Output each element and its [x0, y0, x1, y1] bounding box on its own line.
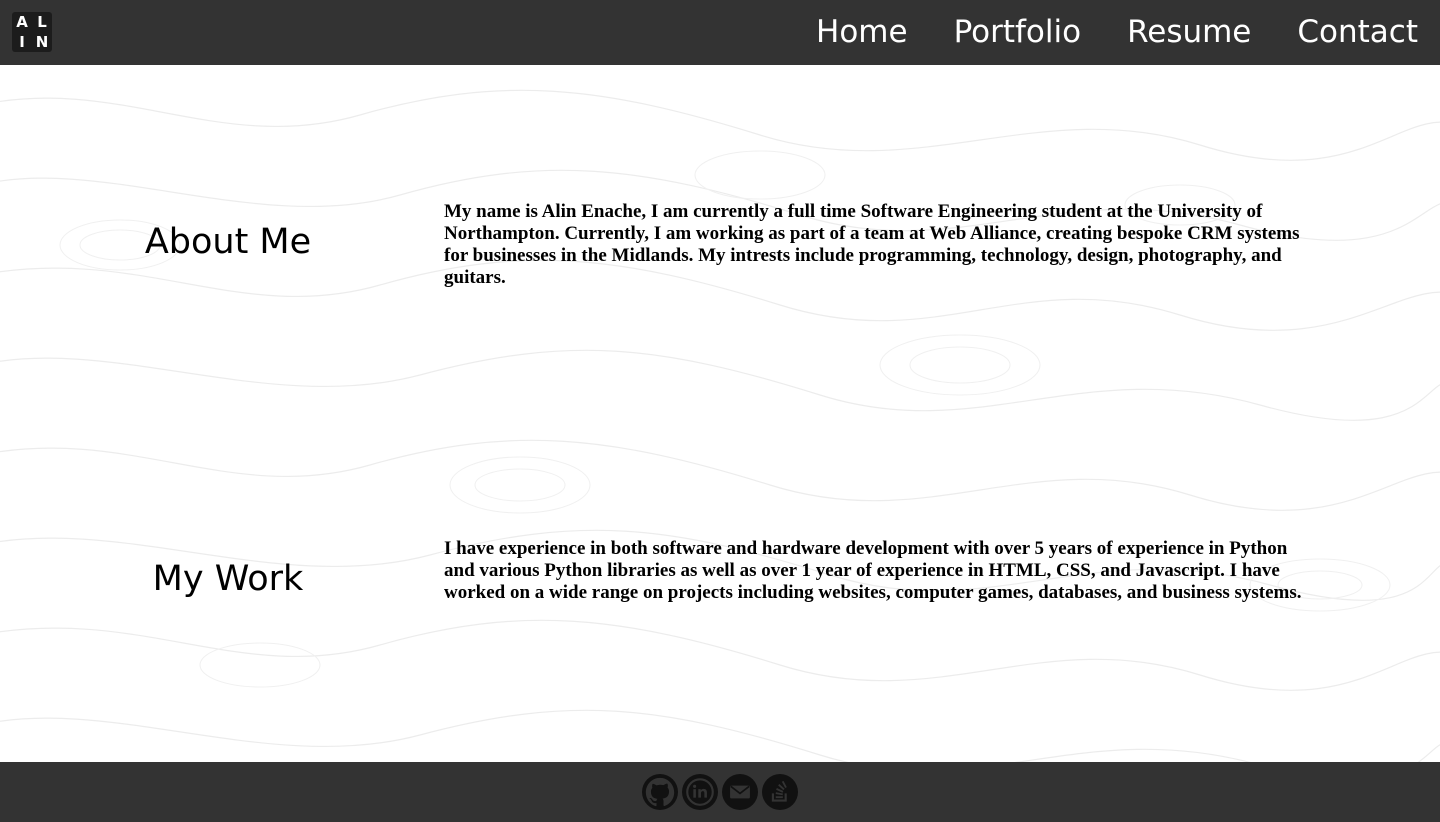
about-heading: About Me: [144, 222, 312, 262]
logo-letter-l: L: [37, 13, 47, 31]
site-logo[interactable]: A L I N: [12, 12, 52, 52]
nav-links: Home Portfolio Resume Contact: [816, 0, 1418, 65]
work-heading: My Work: [152, 559, 304, 599]
nav-link-portfolio[interactable]: Portfolio: [954, 17, 1082, 48]
logo-letter-a: A: [16, 13, 28, 31]
topographic-background: [0, 89, 1440, 762]
linkedin-link[interactable]: [682, 774, 718, 810]
logo-letter-i: I: [19, 33, 25, 51]
github-icon: [645, 777, 675, 807]
logo-letter-n: N: [35, 33, 49, 51]
email-icon: [730, 785, 750, 799]
stackoverflow-link[interactable]: [762, 774, 798, 810]
nav-link-resume[interactable]: Resume: [1127, 17, 1251, 48]
work-text: I have experience in both software and h…: [444, 538, 1302, 603]
email-link[interactable]: [722, 774, 758, 810]
nav-link-home[interactable]: Home: [816, 17, 908, 48]
footer: [0, 762, 1440, 822]
stackoverflow-icon: [771, 780, 787, 802]
linkedin-icon: [686, 778, 714, 806]
top-navigation-bar: A L I N Home Portfolio Resume Contact: [0, 0, 1440, 65]
github-link[interactable]: [642, 774, 678, 810]
about-text: My name is Alin Enache, I am currently a…: [444, 201, 1300, 288]
nav-link-contact[interactable]: Contact: [1297, 17, 1418, 48]
